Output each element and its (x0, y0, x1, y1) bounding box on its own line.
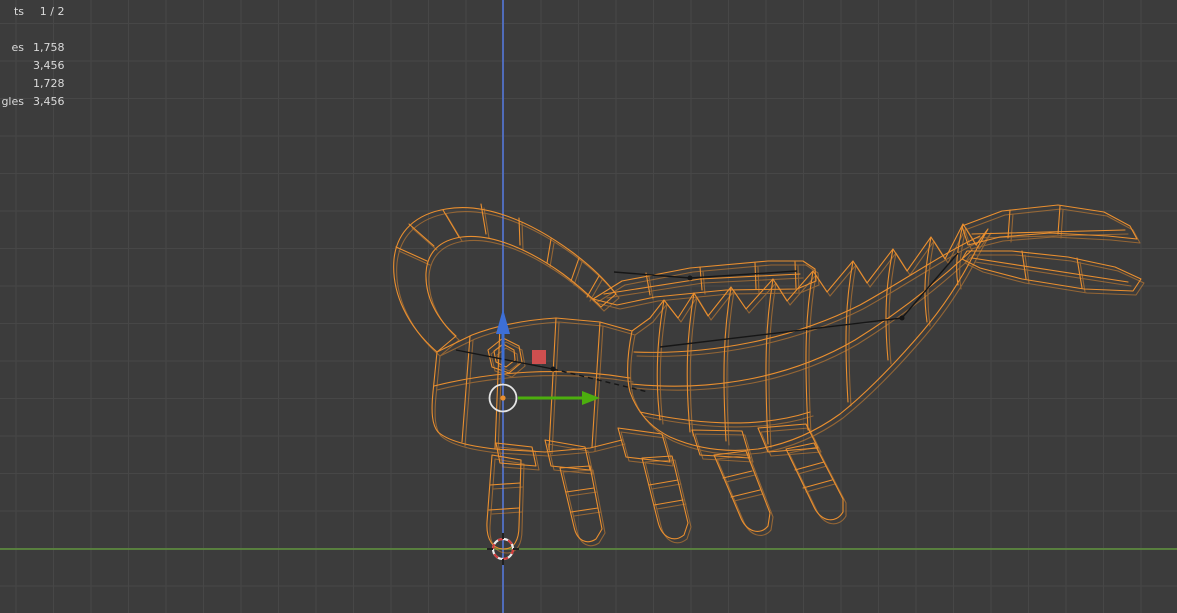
gizmo-center-dot (500, 395, 506, 401)
stat-value: 3,456 (33, 59, 65, 72)
bone-joint (687, 275, 693, 281)
wireframe-model[interactable] (393, 203, 1145, 554)
viewport-overlay-svg (393, 203, 1145, 565)
stat-value: 3,456 (33, 95, 65, 108)
stat-value: 1 / 2 (39, 5, 65, 18)
stat-row-vertices: es 1,758 (0, 39, 65, 57)
stat-label: gles (1, 95, 24, 108)
viewport-3d[interactable]: ts 1 / 2 es 1,758 3,456 1,728 gles 3,456 (0, 0, 1177, 613)
stat-row-edges: 3,456 (0, 57, 65, 75)
stat-row-faces: 1,728 (0, 75, 65, 93)
stats-overlay: ts 1 / 2 es 1,758 3,456 1,728 gles 3,456 (0, 3, 65, 111)
stat-value: 1,728 (33, 77, 65, 90)
gizmo-red-axis-handle[interactable] (532, 350, 546, 364)
gizmo-blue-axis-arrowhead[interactable] (496, 309, 510, 334)
stat-value: 1,758 (33, 41, 65, 54)
bone-joint (550, 366, 556, 372)
wireframe-backside-edges (396, 207, 1145, 554)
stat-row-triangles: gles 3,456 (0, 93, 65, 111)
stat-label: es (11, 41, 25, 54)
gizmo-green-axis-arrowhead[interactable] (582, 391, 600, 405)
bone-joint (899, 315, 905, 321)
stat-row-objects: ts 1 / 2 (0, 3, 65, 21)
stat-label: ts (13, 5, 24, 18)
wireframe-edges (393, 203, 1142, 550)
